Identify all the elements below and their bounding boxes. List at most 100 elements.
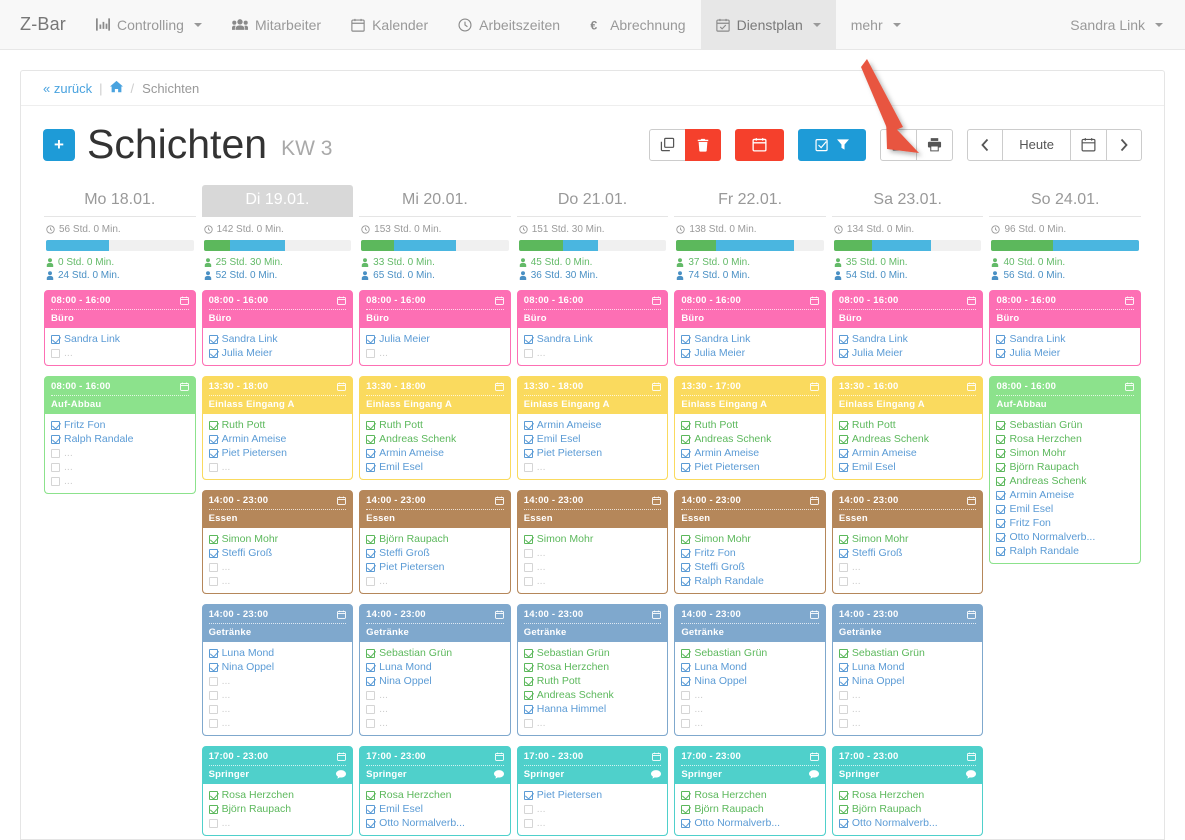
employee-row[interactable]: Björn Raupach xyxy=(996,460,1134,474)
employee-row[interactable]: Andreas Schenk xyxy=(681,432,819,446)
checkbox-icon[interactable] xyxy=(208,718,218,728)
employee-row[interactable]: Armin Ameise xyxy=(208,432,347,446)
employee-row[interactable]: Rosa Herzchen xyxy=(523,660,662,674)
employee-row[interactable]: Sebastian Grün xyxy=(366,646,504,660)
shift-card[interactable]: 17:00 - 23:00 Springer Piet Pietersen...… xyxy=(516,746,669,836)
calendar-icon[interactable] xyxy=(179,296,189,305)
checkbox-icon[interactable] xyxy=(523,448,533,458)
checkbox-icon[interactable] xyxy=(366,804,376,814)
checkbox-icon[interactable] xyxy=(838,648,848,658)
employee-row[interactable]: ... xyxy=(838,702,977,716)
shift-card[interactable]: 08:00 - 16:00 Büro Sandra Link... xyxy=(516,290,669,366)
employee-row[interactable]: Simon Mohr xyxy=(523,532,662,546)
employee-row[interactable]: Simon Mohr xyxy=(208,532,347,546)
checkbox-icon[interactable] xyxy=(838,534,848,544)
checkbox-icon[interactable] xyxy=(523,662,533,672)
shift-card[interactable]: 08:00 - 16:00 Büro Sandra Link Julia Meie… xyxy=(831,290,984,366)
calendar-red-button[interactable] xyxy=(735,128,785,161)
checkbox-icon[interactable] xyxy=(996,462,1006,472)
employee-row[interactable]: Nina Oppel xyxy=(681,674,819,688)
checkbox-icon[interactable] xyxy=(51,334,60,344)
shift-card[interactable]: 14:00 - 23:00 Getränke Sebastian Grün Lun… xyxy=(831,604,984,736)
employee-row[interactable]: Sebastian Grün xyxy=(523,646,662,660)
employee-row[interactable]: Piet Pietersen xyxy=(208,446,347,460)
nav-item-kalender[interactable]: Kalender xyxy=(336,0,443,49)
checkbox-icon[interactable] xyxy=(681,804,691,814)
shift-card[interactable]: 13:30 - 18:00 Einlass Eingang A Ruth Pot… xyxy=(359,376,511,480)
employee-row[interactable]: ... xyxy=(523,574,662,588)
checkbox-icon[interactable] xyxy=(838,690,848,700)
checkbox-icon[interactable] xyxy=(996,448,1006,458)
employee-row[interactable]: Luna Mond xyxy=(838,660,977,674)
employee-row[interactable]: Steffi Groß xyxy=(208,546,347,560)
employee-row[interactable]: Rosa Herzchen xyxy=(996,432,1134,446)
employee-row[interactable]: Julia Meier xyxy=(208,346,347,360)
employee-row[interactable]: Otto Normalverb... xyxy=(366,816,504,830)
checkbox-icon[interactable] xyxy=(838,790,848,800)
shift-card[interactable]: 08:00 - 16:00 Auf-Abbau Sebastian Grün Ro… xyxy=(989,376,1142,564)
checkbox-icon[interactable] xyxy=(523,334,533,344)
checkbox-icon[interactable] xyxy=(208,648,218,658)
employee-row[interactable]: ... xyxy=(208,574,347,588)
checkbox-icon[interactable] xyxy=(51,348,60,358)
checkbox-icon[interactable] xyxy=(366,534,376,544)
shift-card[interactable]: 13:30 - 17:00 Einlass Eingang A Ruth Pot… xyxy=(674,376,826,480)
employee-row[interactable]: Ruth Pott xyxy=(208,418,347,432)
checkbox-icon[interactable] xyxy=(366,562,376,572)
employee-row[interactable]: Ralph Randale xyxy=(996,544,1134,558)
calendar-icon[interactable] xyxy=(337,752,347,761)
nav-item-mehr[interactable]: mehr xyxy=(836,0,916,49)
nav-item-dienstplan[interactable]: Dienstplan xyxy=(700,0,836,49)
employee-row[interactable]: Sebastian Grün xyxy=(681,646,819,660)
employee-row[interactable]: Steffi Groß xyxy=(838,546,977,560)
shift-card[interactable]: 13:30 - 16:00 Einlass Eingang A Ruth Pot… xyxy=(831,376,984,480)
employee-row[interactable]: Julia Meier xyxy=(366,332,504,346)
employee-row[interactable]: ... xyxy=(838,688,977,702)
checkbox-icon[interactable] xyxy=(523,676,533,686)
employee-row[interactable]: Ralph Randale xyxy=(681,574,819,588)
shift-card[interactable]: 08:00 - 16:00 Büro Sandra Link Julia Meie… xyxy=(989,290,1142,366)
employee-row[interactable]: Sebastian Grün xyxy=(838,646,977,660)
calendar-icon[interactable] xyxy=(337,610,347,619)
checkbox-icon[interactable] xyxy=(681,648,691,658)
checkbox-icon[interactable] xyxy=(523,818,533,828)
employee-row[interactable]: ... xyxy=(51,460,189,474)
checkbox-icon[interactable] xyxy=(208,818,218,828)
checkbox-icon[interactable] xyxy=(681,576,691,586)
employee-row[interactable]: Piet Pietersen xyxy=(523,788,662,802)
checkbox-icon[interactable] xyxy=(838,562,848,572)
employee-row[interactable]: ... xyxy=(208,560,347,574)
checkbox-icon[interactable] xyxy=(838,676,848,686)
employee-row[interactable]: Andreas Schenk xyxy=(523,688,662,702)
shift-card[interactable]: 17:00 - 23:00 Springer Rosa Herzchen Björ… xyxy=(201,746,354,836)
checkbox-icon[interactable] xyxy=(838,448,848,458)
employee-row[interactable]: ... xyxy=(681,716,819,730)
calendar-icon[interactable] xyxy=(494,382,504,391)
employee-row[interactable]: ... xyxy=(838,560,977,574)
shift-card[interactable]: 14:00 - 23:00 Getränke Luna Mond Nina Opp… xyxy=(201,604,354,736)
employee-row[interactable]: Sandra Link xyxy=(208,332,347,346)
employee-row[interactable]: Andreas Schenk xyxy=(366,432,504,446)
calendar-icon[interactable] xyxy=(967,610,977,619)
employee-row[interactable]: Björn Raupach xyxy=(208,802,347,816)
calendar-icon[interactable] xyxy=(1125,382,1134,391)
checkbox-icon[interactable] xyxy=(208,690,218,700)
checkbox-icon[interactable] xyxy=(681,676,691,686)
employee-row[interactable]: ... xyxy=(523,346,662,360)
nav-item-abrechnung[interactable]: € Abrechnung xyxy=(575,0,701,49)
checkbox-icon[interactable] xyxy=(681,690,691,700)
checkbox-icon[interactable] xyxy=(996,546,1006,556)
employee-row[interactable]: Ruth Pott xyxy=(523,674,662,688)
checkbox-icon[interactable] xyxy=(523,718,533,728)
checkbox-icon[interactable] xyxy=(996,518,1006,528)
nav-item-arbeitszeiten[interactable]: Arbeitszeiten xyxy=(443,0,575,49)
calendar-icon[interactable] xyxy=(337,382,347,391)
checkbox-icon[interactable] xyxy=(996,504,1006,514)
checkbox-icon[interactable] xyxy=(51,476,60,486)
checkbox-icon[interactable] xyxy=(366,334,376,344)
day-header[interactable]: Sa 23.01. xyxy=(831,185,984,217)
employee-row[interactable]: Sandra Link xyxy=(523,332,662,346)
checkbox-icon[interactable] xyxy=(366,548,376,558)
checkbox-icon[interactable] xyxy=(681,434,691,444)
employee-row[interactable]: Nina Oppel xyxy=(838,674,977,688)
